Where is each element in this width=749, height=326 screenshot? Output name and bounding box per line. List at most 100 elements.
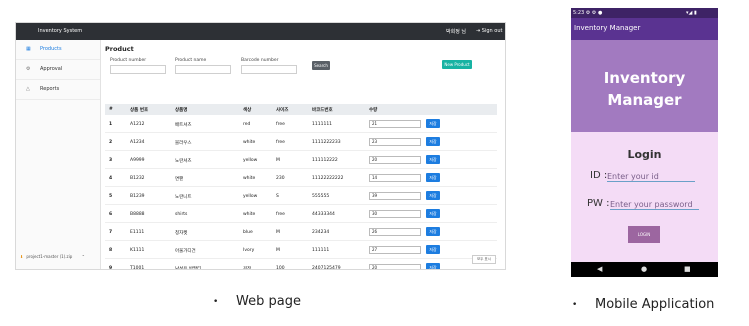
cell-color: blue bbox=[243, 230, 253, 235]
status-time: 5:23 ⚙ ⚙ ● bbox=[573, 10, 603, 16]
quantity-input[interactable]: 39 bbox=[369, 192, 421, 200]
id-input[interactable]: Enter your id bbox=[607, 172, 695, 182]
quantity-input[interactable]: 14 bbox=[369, 174, 421, 182]
cell-barcode: 111111 bbox=[312, 248, 330, 253]
quantity-input[interactable]: 20 bbox=[369, 156, 421, 164]
cell-index: 5 bbox=[109, 194, 113, 199]
cell-index: 6 bbox=[109, 212, 113, 217]
cell-barcode: 1111111 bbox=[312, 122, 333, 127]
sidebar-item-approval[interactable]: ⚙ Approval bbox=[16, 60, 100, 80]
cell-color: Ivory bbox=[243, 248, 255, 253]
cell-index: 4 bbox=[109, 176, 113, 181]
login-button[interactable]: LOGIN bbox=[628, 226, 660, 243]
quantity-input[interactable]: 20 bbox=[369, 264, 421, 269]
save-button[interactable]: 저장 bbox=[426, 191, 440, 200]
cell-product-number: E1111 bbox=[130, 230, 145, 235]
product-name-input[interactable] bbox=[175, 65, 231, 74]
barcode-number-label: Barcode number bbox=[241, 58, 279, 63]
cell-size: M bbox=[276, 158, 280, 163]
quantity-input[interactable]: 27 bbox=[369, 246, 421, 254]
cell-size: free bbox=[276, 212, 285, 217]
table-header: # 상품 번호 상품명 색상 사이즈 바코드번호 수량 bbox=[105, 104, 497, 115]
cell-barcode: 44333344 bbox=[312, 212, 335, 217]
table-row: 9 T1001 남성용 반팔티 검정 100 2407125479 20 저장 bbox=[105, 259, 497, 270]
cell-product-number: A1234 bbox=[130, 140, 145, 145]
home-icon[interactable]: ● bbox=[641, 265, 647, 273]
cell-barcode: 1111222233 bbox=[312, 140, 341, 145]
cell-index: 1 bbox=[109, 122, 113, 127]
table-row: 8 K1111 아울가디건 Ivory M 111111 27 저장 bbox=[105, 241, 497, 259]
top-navbar: Inventory System 박희정 님 ⇥ Sign out bbox=[16, 23, 505, 40]
sidebar-item-label: Products bbox=[40, 46, 62, 52]
back-icon[interactable]: ◀ bbox=[597, 265, 602, 273]
product-number-input[interactable] bbox=[110, 65, 166, 74]
save-button[interactable]: 저장 bbox=[426, 209, 440, 218]
quantity-input[interactable]: 23 bbox=[369, 138, 421, 146]
hero-line-1: Inventory bbox=[603, 69, 686, 87]
download-icon: ⬇ bbox=[20, 254, 24, 259]
save-button[interactable]: 저장 bbox=[426, 227, 440, 236]
sidebar: ▦ Products ⚙ Approval △ Reports ⬇ project… bbox=[16, 40, 101, 269]
cell-index: 7 bbox=[109, 230, 113, 235]
cell-product-name: 면팬 bbox=[175, 177, 184, 182]
table-row: 4 B1232 면팬 white 230 11122222222 14 저장 bbox=[105, 169, 497, 187]
web-page-screenshot: Inventory System 박희정 님 ⇥ Sign out ▦ Prod… bbox=[15, 22, 506, 270]
cell-product-number: A9999 bbox=[130, 158, 145, 163]
cell-index: 8 bbox=[109, 248, 113, 253]
triangle-icon: △ bbox=[26, 86, 30, 92]
save-button[interactable]: 저장 bbox=[426, 173, 440, 182]
col-header-barcode: 바코드번호 bbox=[312, 108, 333, 113]
bullet-web: • bbox=[213, 297, 219, 307]
cell-index: 3 bbox=[109, 158, 113, 163]
sidebar-item-reports[interactable]: △ Reports bbox=[16, 80, 100, 100]
quantity-input[interactable]: 21 bbox=[369, 120, 421, 128]
table-row: 2 A1234 블라우스 white free 1111222233 23 저장 bbox=[105, 133, 497, 151]
login-title: Login bbox=[627, 148, 662, 161]
barcode-number-input[interactable] bbox=[241, 65, 297, 74]
save-button[interactable]: 저장 bbox=[426, 155, 440, 164]
recents-icon[interactable]: ■ bbox=[684, 265, 691, 273]
download-chip[interactable]: ⬇ project1-master (1).zip ⌃ bbox=[20, 254, 85, 259]
gear-icon: ⚙ bbox=[26, 66, 31, 72]
sidebar-item-label: Reports bbox=[40, 86, 60, 92]
cell-product-number: A1212 bbox=[130, 122, 145, 127]
col-header-quantity: 수량 bbox=[369, 108, 378, 113]
login-panel: Login ID : Enter your id PW : Enter your… bbox=[571, 132, 718, 262]
save-button[interactable]: 저장 bbox=[426, 263, 440, 269]
quantity-input[interactable]: 26 bbox=[369, 228, 421, 236]
sign-out-link[interactable]: ⇥ Sign out bbox=[476, 28, 502, 34]
cell-color: yellow bbox=[243, 158, 258, 163]
caption-mobile-application: Mobile Application bbox=[595, 297, 715, 312]
save-button[interactable]: 저장 bbox=[426, 137, 440, 146]
android-nav-bar: ◀ ● ■ bbox=[571, 262, 718, 277]
search-button[interactable]: Search bbox=[312, 61, 330, 70]
caption-web-page: Web page bbox=[236, 294, 301, 309]
sidebar-item-products[interactable]: ▦ Products bbox=[16, 40, 100, 60]
hero-banner: Inventory Manager bbox=[571, 40, 718, 132]
id-label: ID : bbox=[590, 170, 608, 181]
cell-size: M bbox=[276, 230, 280, 235]
new-product-button[interactable]: New Product bbox=[442, 60, 472, 69]
quantity-input[interactable]: 30 bbox=[369, 210, 421, 218]
chevron-up-icon[interactable]: ⌃ bbox=[82, 254, 85, 259]
grid-icon: ▦ bbox=[26, 46, 31, 52]
save-button[interactable]: 저장 bbox=[426, 245, 440, 254]
cell-barcode: 555555 bbox=[312, 194, 330, 199]
hero-line-2: Manager bbox=[607, 91, 682, 109]
save-button[interactable]: 저장 bbox=[426, 119, 440, 128]
page-title: Product bbox=[105, 45, 134, 53]
cell-color: white bbox=[243, 140, 256, 145]
cell-barcode: 234234 bbox=[312, 230, 330, 235]
table-row: 7 E1111 청자켓 blue M 234234 26 저장 bbox=[105, 223, 497, 241]
cell-size: M bbox=[276, 248, 280, 253]
password-input[interactable]: Enter your password bbox=[610, 200, 699, 210]
show-all-button[interactable]: 모두 표시 bbox=[472, 255, 496, 264]
bullet-mobile: • bbox=[572, 300, 578, 310]
cell-index: 9 bbox=[109, 266, 113, 270]
user-name: 박희정 님 bbox=[446, 29, 466, 35]
table-row: 6 B8888 shirts white free 44333344 30 저장 bbox=[105, 205, 497, 223]
col-header-index: # bbox=[109, 107, 113, 112]
brand-title[interactable]: Inventory System bbox=[38, 28, 82, 34]
cell-index: 2 bbox=[109, 140, 113, 145]
signal-battery-icon: ▾◢ ▮ bbox=[686, 10, 697, 16]
